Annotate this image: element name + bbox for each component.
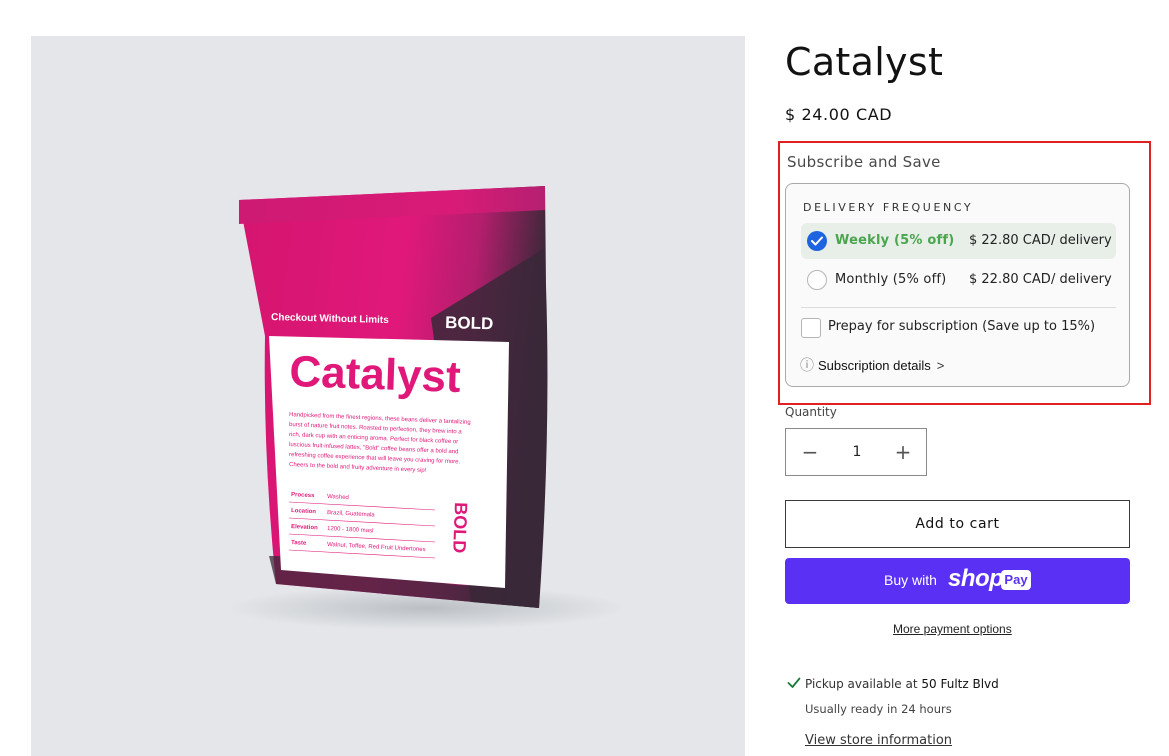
bag-vertical-logo: BOLD [449,502,471,554]
prepay-checkbox[interactable] [801,318,821,338]
bag-spec-label: Process [291,492,315,499]
bag-spec-label: Taste [291,540,307,547]
frequency-option-price: $ 22.80 CAD [969,272,1051,287]
frequency-option-per: / delivery [1051,272,1112,287]
subscription-heading: Subscribe and Save [787,153,941,171]
frequency-option-weekly[interactable]: Weekly (5% off) $ 22.80 CAD / delivery [801,223,1116,259]
coffee-bag-illustration: Checkout Without Limits BOLD Catalyst Ha… [226,186,626,630]
buy-with-shop-pay-button[interactable]: Buy with shop Pay [785,558,1130,604]
buy-with-label: Buy with [884,572,937,588]
decrease-quantity-button[interactable]: − [798,441,822,465]
quantity-stepper: − 1 + [785,428,927,476]
delivery-frequency-label: DELIVERY FREQUENCY [803,201,974,214]
bag-brand-logo: BOLD [445,313,494,333]
product-title: Catalyst [785,40,944,84]
bag-product-name: Catalyst [289,347,462,402]
pickup-location: 50 Fultz Blvd [921,677,999,691]
shop-logo: shop [948,565,1004,592]
frequency-option-name: Monthly (5% off) [835,272,947,287]
checkmark-icon [811,236,823,246]
radio-unchecked-icon[interactable] [807,270,827,290]
frequency-option-name: Weekly (5% off) [835,233,955,248]
divider [801,307,1116,308]
pickup-availability: Pickup available at 50 Fultz Blvd [805,677,999,691]
more-payment-options-link[interactable]: More payment options [893,622,1012,636]
frequency-option-monthly[interactable]: Monthly (5% off) $ 22.80 CAD / delivery [801,262,1116,298]
chevron-right-icon: > [936,358,945,373]
product-price: $ 24.00 CAD [785,105,893,124]
quantity-input[interactable]: 1 [832,444,882,460]
quantity-label: Quantity [785,405,837,419]
info-icon: ⓘ [800,357,814,373]
view-store-information-link[interactable]: View store information [805,733,952,748]
subscription-details-label: Subscription details [818,358,931,373]
subscription-card: DELIVERY FREQUENCY Weekly (5% off) $ 22.… [785,183,1130,387]
product-image[interactable]: Checkout Without Limits BOLD Catalyst Ha… [31,36,745,756]
subscription-details-link[interactable]: ⓘ Subscription details > [800,355,944,375]
frequency-option-price: $ 22.80 CAD [969,233,1051,248]
bag-spec-value: Washed [327,494,349,501]
radio-checked-icon[interactable] [807,231,827,251]
pickup-ready-time: Usually ready in 24 hours [805,702,952,716]
checkmark-icon [787,677,801,688]
increase-quantity-button[interactable]: + [891,441,915,465]
pickup-text: Pickup available at [805,677,918,691]
pay-badge: Pay [1001,570,1031,590]
add-to-cart-button[interactable]: Add to cart [785,500,1130,548]
frequency-option-per: / delivery [1051,233,1112,248]
prepay-label[interactable]: Prepay for subscription (Save up to 15%) [828,319,1095,334]
